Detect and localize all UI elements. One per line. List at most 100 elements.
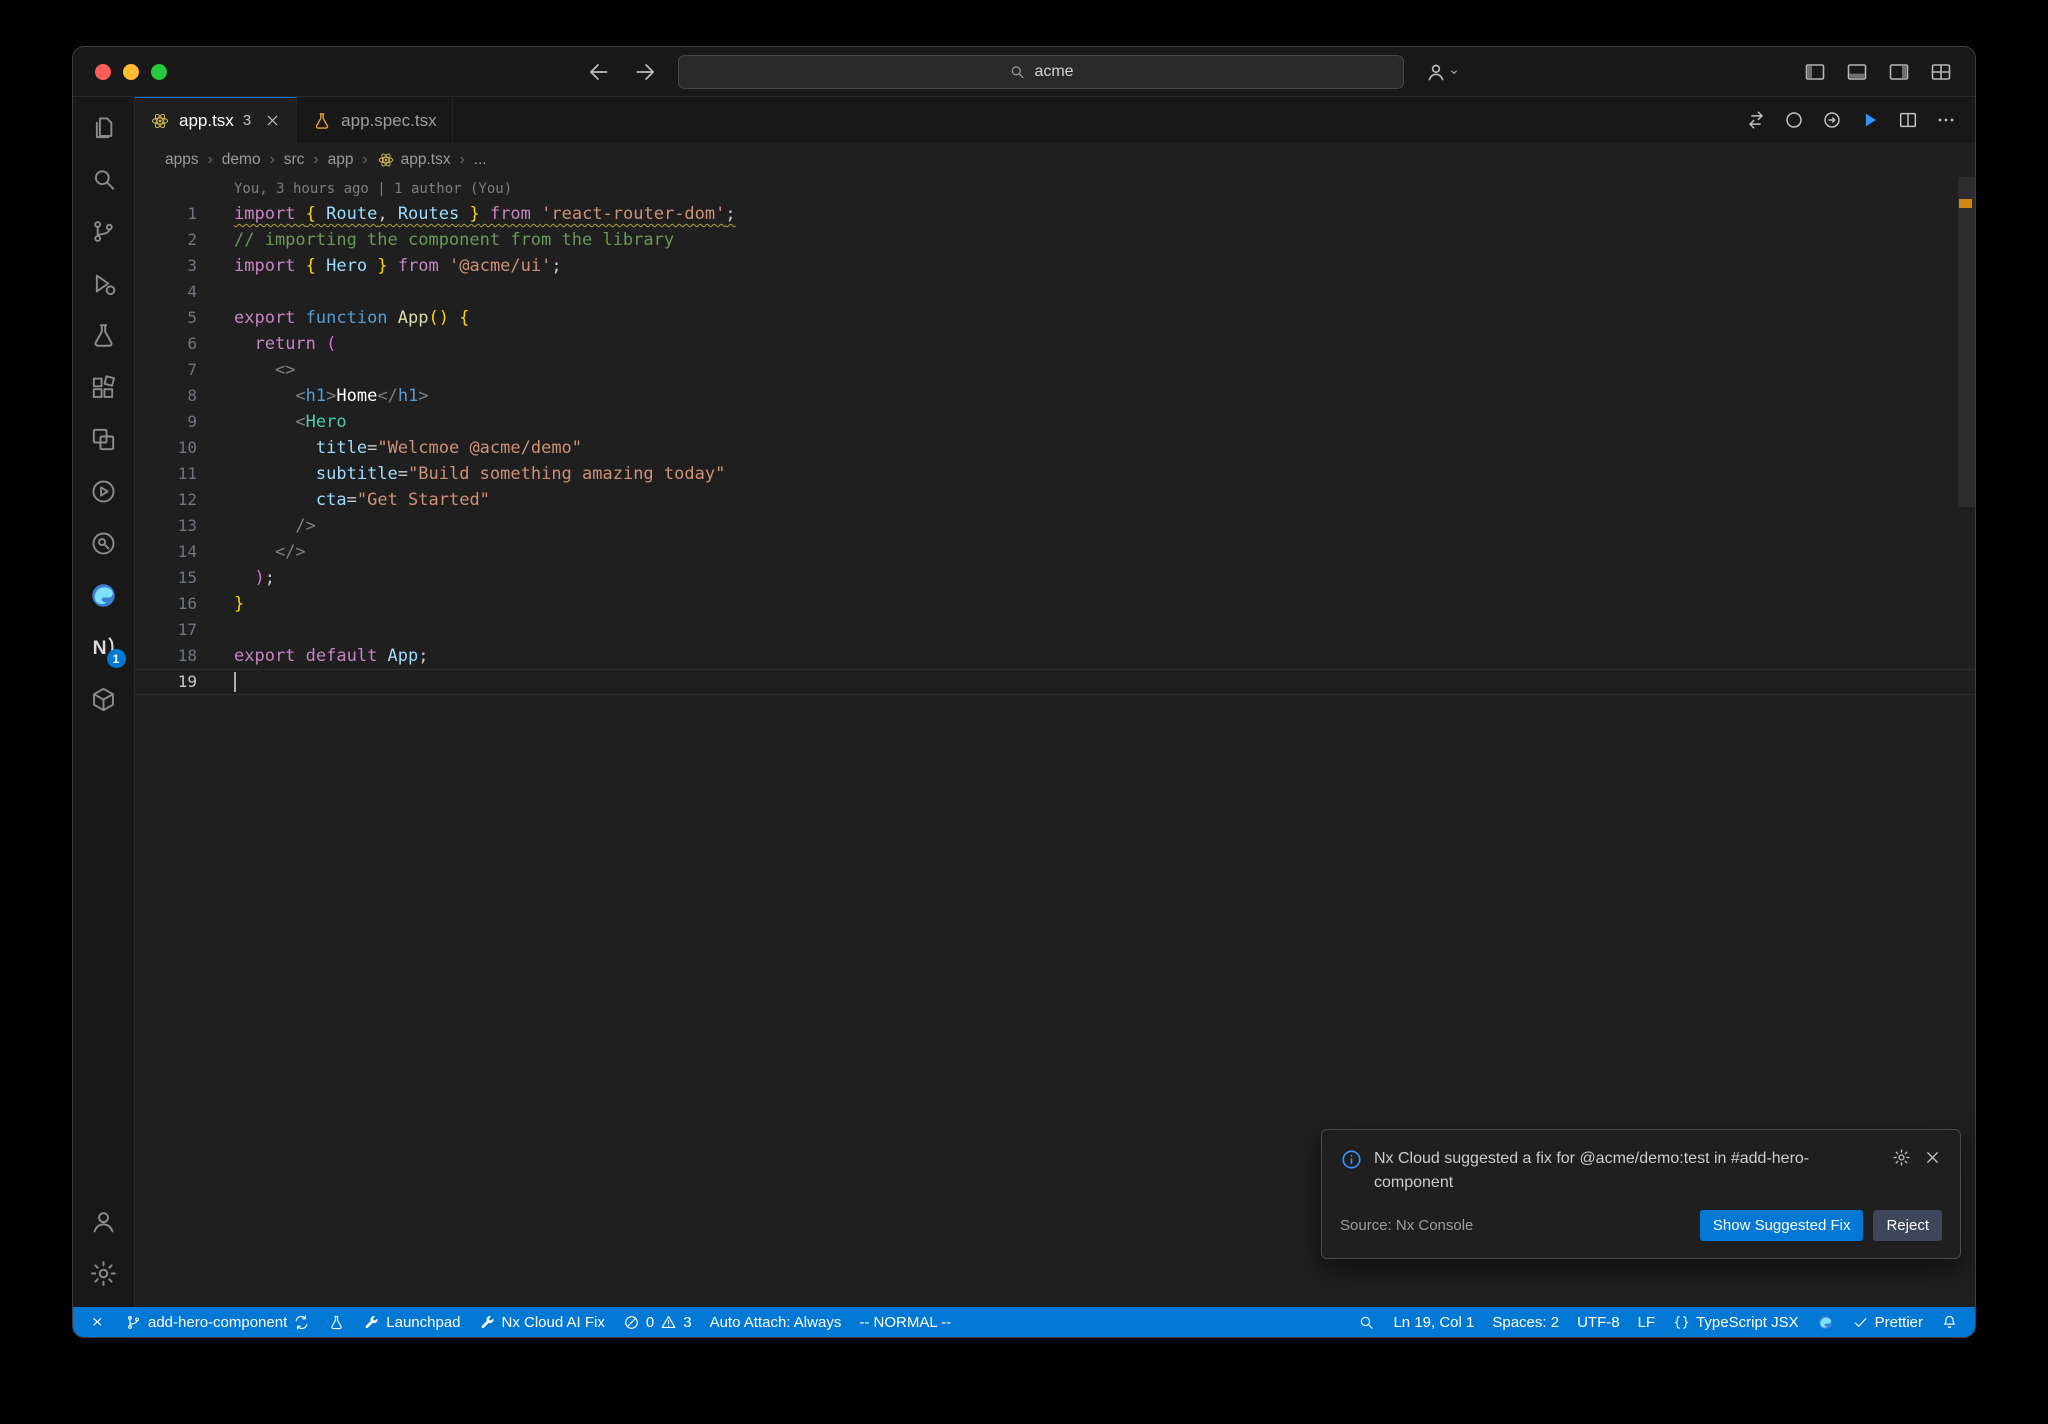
status-item-edge-tools[interactable] [1808, 1307, 1843, 1337]
code-line[interactable]: 8 <h1>Home</h1> [135, 383, 1975, 409]
customize-layout-icon[interactable] [1929, 60, 1953, 84]
activity-item-accounts[interactable] [73, 1195, 135, 1247]
status-item-nx-cloud-ai-fix[interactable]: Nx Cloud AI Fix [470, 1307, 614, 1337]
reject-button[interactable]: Reject [1873, 1210, 1942, 1241]
breadcrumb-item-app[interactable]: app [328, 151, 354, 169]
activity-item-explorer[interactable] [73, 101, 135, 153]
status-item-git-branch[interactable]: add-hero-component [116, 1307, 319, 1337]
code-line[interactable]: 6 return ( [135, 331, 1975, 357]
code-line[interactable]: 3 import { Hero } from '@acme/ui'; [135, 253, 1975, 279]
error-icon [623, 1314, 640, 1331]
activity-item-run-target[interactable] [73, 465, 135, 517]
line-content: import { Route, Routes } from 'react-rou… [234, 204, 736, 224]
status-item-problems[interactable]: 03 [614, 1307, 701, 1337]
activity-item-package-explorer[interactable] [73, 673, 135, 725]
breadcrumb-item-src[interactable]: src [284, 151, 305, 169]
code-line[interactable]: 11 subtitle="Build something amazing tod… [135, 461, 1975, 487]
activity-item-run-and-debug[interactable] [73, 257, 135, 309]
status-item-language-mode[interactable]: TypeScript JSX [1664, 1307, 1808, 1337]
code-line[interactable]: 10 title="Welcmoe @acme/demo" [135, 435, 1975, 461]
status-item-vim-mode[interactable]: -- NORMAL -- [850, 1307, 960, 1337]
code-line[interactable]: 12 cta="Get Started" [135, 487, 1975, 513]
status-item-cursor-position[interactable]: Ln 19, Col 1 [1384, 1307, 1483, 1337]
activity-item-source-control[interactable] [73, 205, 135, 257]
activity-item-settings[interactable] [73, 1247, 135, 1299]
status-item-testing-status[interactable] [319, 1307, 354, 1337]
status-item-remote-indicator[interactable] [81, 1307, 116, 1337]
notification-settings-gear-icon[interactable] [1892, 1148, 1911, 1167]
toggle-panel-icon[interactable] [1845, 60, 1869, 84]
account-menu[interactable] [1424, 60, 1462, 84]
breadcrumb-item-apps[interactable]: apps [165, 151, 199, 169]
activity-item-edge-devtools[interactable] [73, 569, 135, 621]
line-number: 4 [187, 282, 197, 301]
activity-item-nx-console[interactable]: N1 [73, 621, 135, 673]
status-item-screencast-zoom[interactable] [1349, 1307, 1384, 1337]
gear-icon [89, 1259, 118, 1288]
breadcrumb-label: ... [473, 151, 487, 168]
close-icon[interactable] [264, 112, 281, 129]
status-item-notifications-bell[interactable] [1932, 1307, 1967, 1337]
activity-item-scope-search[interactable] [73, 517, 135, 569]
activity-item-extensions[interactable] [73, 361, 135, 413]
line-number: 15 [177, 568, 197, 587]
back-icon[interactable] [586, 59, 612, 85]
code-line[interactable]: 1 import { Route, Routes } from 'react-ro… [135, 201, 1975, 227]
code-line[interactable]: 19 [135, 669, 1975, 695]
code-line[interactable]: 14 </> [135, 539, 1975, 565]
code-line[interactable]: 7 <> [135, 357, 1975, 383]
run-tests-circle-icon[interactable] [1783, 109, 1805, 131]
status-item-launchpad[interactable]: Launchpad [354, 1307, 469, 1337]
rerun-circle-icon[interactable] [1821, 109, 1843, 131]
split-editor-icon[interactable] [1897, 109, 1919, 131]
scrollbar-thumb[interactable] [1958, 177, 1975, 507]
status-item-eol[interactable]: LF [1629, 1307, 1665, 1337]
code-line[interactable]: 4 [135, 279, 1975, 305]
line-content: title="Welcmoe @acme/demo" [315, 438, 583, 458]
tab-app.spec.tsx[interactable]: app.spec.tsx [297, 97, 453, 143]
more-actions-icon[interactable] [1935, 109, 1957, 131]
git-blame-annotation: You, 3 hours ago | 1 author (You) [234, 181, 513, 197]
code-line[interactable]: 2 // importing the component from the lib… [135, 227, 1975, 253]
forward-icon[interactable] [632, 59, 658, 85]
toggle-primary-sidebar-icon[interactable] [1803, 60, 1827, 84]
breadcrumb-item-demo[interactable]: demo [222, 151, 261, 169]
zoom-window-button[interactable] [151, 63, 167, 80]
status-text: TypeScript JSX [1696, 1313, 1799, 1331]
chevron-down-icon [1446, 64, 1462, 80]
minimize-window-button[interactable] [123, 63, 139, 80]
code-line[interactable]: 17 [135, 617, 1975, 643]
command-center-search[interactable]: acme [678, 54, 1404, 89]
status-item-prettier[interactable]: Prettier [1843, 1307, 1932, 1337]
run-file-icon[interactable] [1859, 109, 1881, 131]
close-window-button[interactable] [95, 63, 111, 80]
line-content: import { Hero } from '@acme/ui'; [234, 256, 562, 276]
code-line[interactable]: 9 <Hero [135, 409, 1975, 435]
line-content: <Hero [295, 412, 347, 432]
breadcrumb: apps › demo › src › app › app.tsx ›... [135, 143, 1975, 177]
code-lines: 1 import { Route, Routes } from 'react-ro… [135, 201, 1975, 695]
breadcrumb-item-...[interactable]: ... [474, 151, 487, 169]
status-text: UTF-8 [1577, 1313, 1620, 1331]
code-line[interactable]: 13 /> [135, 513, 1975, 539]
status-item-indentation[interactable]: Spaces: 2 [1483, 1307, 1568, 1337]
code-line[interactable]: 18 export default App; [135, 643, 1975, 669]
code-line[interactable]: 15 ); [135, 565, 1975, 591]
react-icon [377, 151, 395, 169]
breadcrumb-item-app.tsx[interactable]: app.tsx [377, 151, 451, 169]
toggle-secondary-sidebar-icon[interactable] [1887, 60, 1911, 84]
files-icon [89, 113, 118, 142]
open-changes-icon[interactable] [1745, 109, 1767, 131]
status-item-auto-attach[interactable]: Auto Attach: Always [701, 1307, 851, 1337]
activity-item-remote-explorer[interactable] [73, 413, 135, 465]
notification-close-icon[interactable] [1923, 1148, 1942, 1167]
tab-app.tsx[interactable]: app.tsx 3 [135, 97, 298, 143]
show-suggested-fix-button[interactable]: Show Suggested Fix [1699, 1210, 1864, 1241]
status-item-encoding[interactable]: UTF-8 [1568, 1307, 1629, 1337]
tab-bar-tabs: app.tsx 3 app.spec.tsx [135, 97, 453, 143]
code-line[interactable]: 16} [135, 591, 1975, 617]
activity-item-search[interactable] [73, 153, 135, 205]
activity-item-testing[interactable] [73, 309, 135, 361]
code-line[interactable]: 5 export function App() { [135, 305, 1975, 331]
search-value: acme [1034, 62, 1074, 80]
